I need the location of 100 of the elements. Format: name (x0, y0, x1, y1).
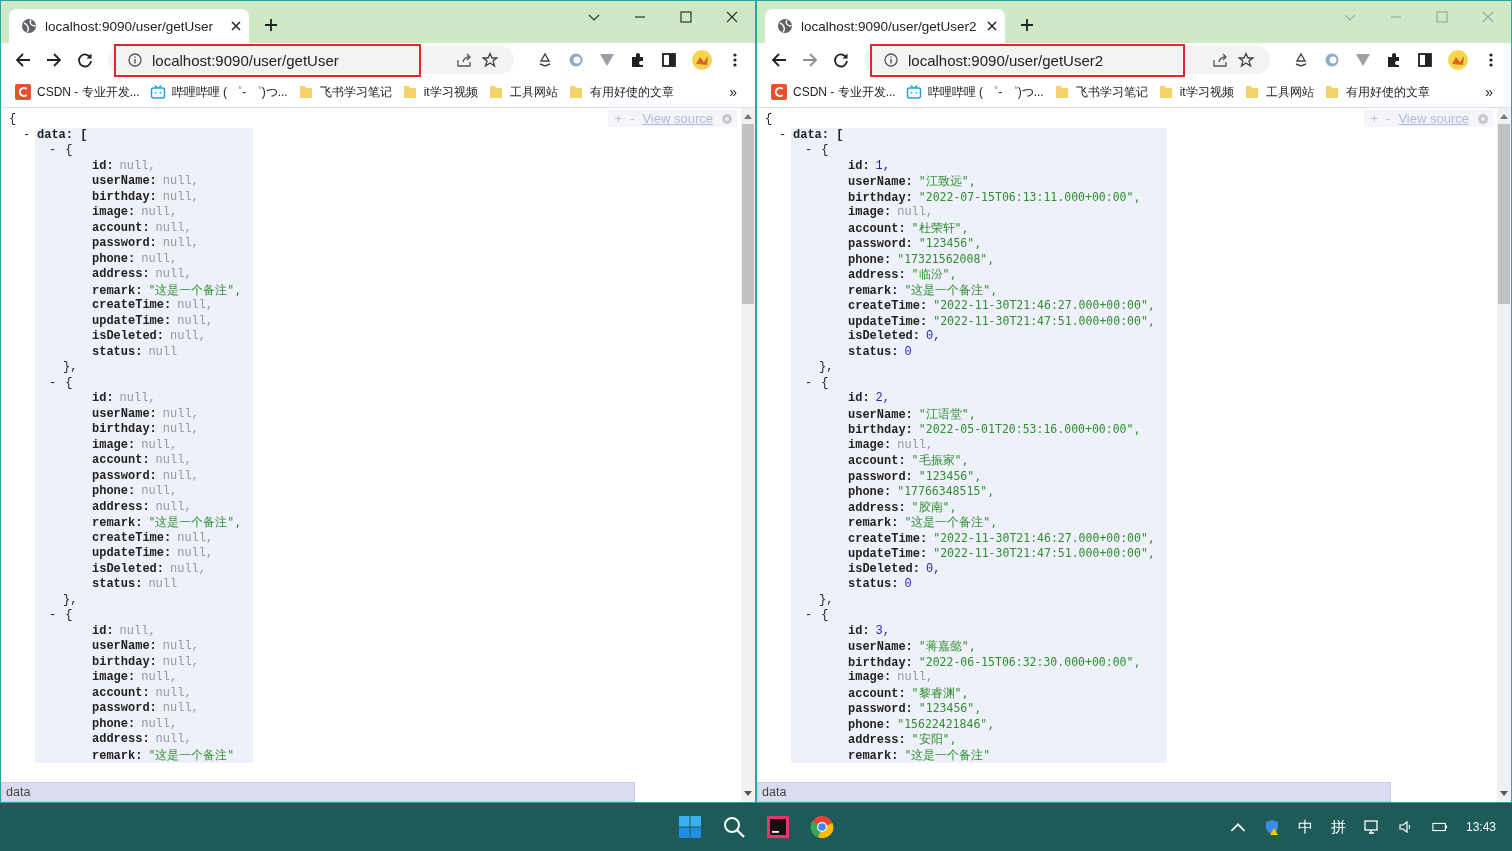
status-text: data (762, 785, 787, 799)
json-value: null, (170, 329, 207, 343)
json-key: phone: (92, 716, 136, 731)
avatar-icon[interactable] (692, 50, 712, 70)
close-icon[interactable] (231, 21, 241, 31)
json-value: null, (141, 437, 178, 452)
maximize-icon[interactable] (680, 11, 692, 23)
bookmark-item[interactable]: it学习视频 (401, 83, 478, 101)
json-value: null, (155, 453, 192, 467)
json-key: image: (848, 670, 892, 684)
bookmark-item[interactable]: CSDN - 专业开发... (15, 83, 140, 101)
collapse-toggle[interactable]: - (49, 143, 57, 157)
json-key: image: (92, 205, 136, 219)
json-value: null, (155, 499, 192, 514)
close-icon[interactable] (726, 11, 738, 23)
clock-time[interactable]: 13:43 (1465, 820, 1496, 834)
tv-icon (149, 84, 166, 100)
reload-icon[interactable] (77, 52, 93, 68)
funnel-icon[interactable] (599, 52, 615, 68)
share-icon[interactable] (456, 52, 472, 68)
side-panel-icon[interactable] (661, 52, 677, 68)
json-value: "2022-11-30T21:46:27.000+00:00", (933, 298, 1155, 312)
json-value: "安阳", (911, 732, 957, 746)
puzzle-icon[interactable] (630, 52, 646, 68)
json-value: null, (155, 732, 192, 746)
input-mode-indicator[interactable]: 中 (1297, 817, 1313, 837)
more-bookmarks[interactable]: » (729, 84, 737, 100)
json-value: null, (119, 391, 156, 405)
json-value: null, (162, 236, 199, 250)
shield-warning-icon[interactable] (1263, 819, 1280, 835)
json-value: null, (170, 561, 207, 576)
json-key: remark: (92, 748, 143, 763)
json-value: 1, (875, 158, 890, 173)
json-value: null, (177, 530, 214, 545)
ide-app-icon[interactable] (766, 815, 790, 839)
windows-start-icon[interactable] (678, 815, 702, 839)
forward-icon[interactable] (46, 52, 62, 68)
json-key: account: (92, 220, 150, 235)
json-value: "这是一个备注" (904, 747, 991, 762)
bookmark-item[interactable]: 哔哩哔哩 ( ゜- ゜)つ... (149, 83, 288, 101)
json-key: createTime: (92, 530, 172, 545)
json-key: remark: (92, 283, 143, 298)
json-key: birthday: (848, 423, 913, 437)
json-value: "江致远", (918, 174, 976, 188)
json-key: address: (848, 500, 906, 515)
bookmark-item[interactable]: 工具网站 (487, 83, 558, 101)
json-value: "2022-11-30T21:47:51.000+00:00", (933, 546, 1155, 560)
back-icon[interactable] (15, 52, 31, 68)
json-value: null (148, 344, 178, 359)
json-value: "2022-11-30T21:47:51.000+00:00", (933, 313, 1155, 328)
folder-icon (567, 84, 584, 100)
json-key: birthday: (848, 655, 913, 670)
status-text: data (6, 785, 31, 799)
json-brace: { (821, 375, 829, 390)
json-value: "15622421846", (897, 716, 995, 731)
folder-icon (1243, 84, 1260, 100)
scrollbar[interactable] (741, 108, 755, 802)
collapse-toggle[interactable]: - (49, 608, 57, 622)
collapse-toggle[interactable]: - (49, 375, 57, 390)
json-value: "123456", (918, 701, 982, 715)
json-value: null, (162, 189, 199, 204)
new-tab-icon[interactable] (265, 19, 277, 31)
json-brace: { (765, 112, 773, 126)
bookmark-item[interactable]: 飞书学习笔记 (297, 83, 392, 101)
json-key: account: (92, 685, 150, 700)
scroll-down-icon[interactable] (744, 791, 752, 797)
search-icon[interactable] (722, 815, 746, 839)
json-value: "这是一个备注", (148, 515, 242, 529)
scroll-up-icon[interactable] (744, 113, 752, 119)
json-key: createTime: (848, 299, 928, 313)
json-key: data: [ (37, 127, 88, 142)
collapse-toggle[interactable]: - (23, 127, 35, 143)
bookmark-item[interactable]: 有用好使的文章 (567, 83, 674, 101)
json-value: "这是一个备注", (904, 515, 998, 529)
json-value: null, (177, 546, 214, 560)
json-brace: { (9, 112, 17, 126)
logo-icon (771, 84, 787, 100)
json-value: 3, (875, 623, 890, 638)
json-value: 2, (875, 391, 890, 405)
json-key: status: (848, 577, 899, 591)
input-method-indicator[interactable]: 拼 (1330, 817, 1346, 837)
json-key: isDeleted: (92, 561, 164, 576)
scroll-thumb[interactable] (742, 124, 754, 304)
json-key: status: (848, 344, 899, 359)
json-key: id: (848, 391, 870, 405)
json-value: "这是一个备注", (148, 282, 242, 297)
monitor-icon[interactable] (1363, 819, 1380, 835)
json-brace: { (821, 143, 829, 157)
browser-tab[interactable]: localhost:9090/user/getUser (9, 9, 249, 43)
json-value: null, (162, 701, 199, 715)
json-value: "杜荣轩", (911, 220, 969, 235)
address-bar[interactable]: localhost:9090/user/getUser (108, 46, 514, 74)
json-value: null (148, 577, 178, 591)
json-value: "胶南", (911, 499, 957, 514)
chrome-icon[interactable] (810, 815, 834, 839)
json-key: birthday: (92, 654, 157, 669)
star-icon[interactable] (482, 52, 498, 68)
json-key: remark: (848, 283, 899, 298)
close-icon[interactable] (987, 21, 997, 31)
json-key: userName: (92, 406, 157, 421)
